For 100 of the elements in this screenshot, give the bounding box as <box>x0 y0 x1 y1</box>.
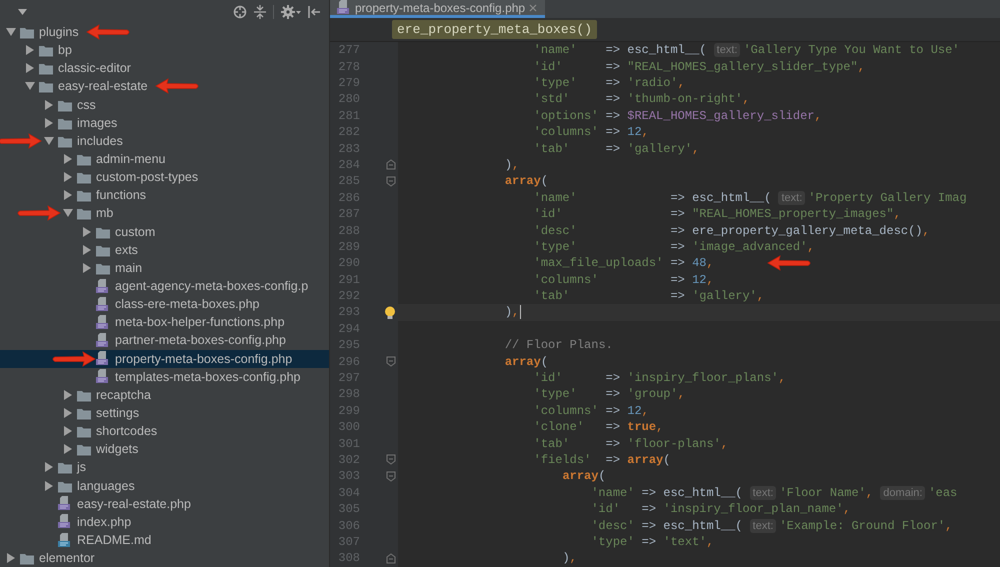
folder-name[interactable]: exts <box>115 240 138 259</box>
folder-name[interactable]: custom-post-types <box>96 168 198 186</box>
tree-row[interactable]: elementor <box>0 549 329 567</box>
tree-row[interactable]: settings <box>0 404 329 422</box>
tree-row[interactable]: classic-editor <box>0 59 329 78</box>
tree-row[interactable]: bp <box>0 41 329 60</box>
file-name[interactable]: README.md <box>77 531 152 549</box>
tree-row[interactable]: custom <box>0 222 329 241</box>
folder-name[interactable]: plugins <box>39 23 79 42</box>
expand-arrow-icon[interactable] <box>63 390 73 400</box>
folder-name[interactable]: shortcodes <box>96 422 158 440</box>
folder-name[interactable]: recaptcha <box>96 386 151 404</box>
folder-name[interactable]: mb <box>96 204 114 222</box>
collapse-arrow-icon[interactable] <box>44 136 54 146</box>
tree-row[interactable]: images <box>0 114 329 132</box>
folder-icon <box>38 43 54 58</box>
expand-arrow-icon[interactable] <box>44 462 54 472</box>
code-line: ), <box>504 156 520 174</box>
folder-name[interactable]: bp <box>58 41 72 60</box>
tree-row[interactable]: index.php <box>0 512 329 531</box>
folder-name[interactable]: functions <box>96 186 146 204</box>
collapse-arrow-icon[interactable] <box>25 81 35 92</box>
tree-row[interactable]: languages <box>0 476 329 495</box>
fold-marker-icon[interactable] <box>386 159 396 170</box>
collapse-arrow-icon[interactable] <box>63 208 73 218</box>
tree-row[interactable]: includes <box>0 132 329 150</box>
fold-marker-icon[interactable] <box>386 552 396 564</box>
collapse-arrow-icon[interactable] <box>6 27 16 38</box>
tree-row[interactable]: recaptcha <box>0 386 329 404</box>
tree-row[interactable]: plugins <box>0 23 329 42</box>
file-name[interactable]: meta-box-helper-functions.php <box>115 313 285 332</box>
tree-row[interactable]: widgets <box>0 440 329 458</box>
expand-arrow-icon[interactable] <box>82 226 92 237</box>
tree-row[interactable]: meta-box-helper-functions.php <box>0 313 329 332</box>
collapse-all-icon[interactable] <box>254 4 266 18</box>
expand-arrow-icon[interactable] <box>63 408 73 418</box>
tree-row[interactable]: property-meta-boxes-config.php <box>0 350 329 368</box>
tree-row[interactable]: mb <box>0 204 329 223</box>
folder-name[interactable]: languages <box>77 476 135 495</box>
settings-icon[interactable] <box>281 4 301 18</box>
folder-name[interactable]: js <box>77 458 86 476</box>
folder-icon <box>38 79 54 94</box>
expand-arrow-icon[interactable] <box>63 172 73 182</box>
hide-panel-icon[interactable] <box>308 4 321 18</box>
expand-arrow-icon[interactable] <box>82 262 92 273</box>
dropdown-caret-icon[interactable] <box>18 8 27 14</box>
tree-row[interactable]: css <box>0 96 329 114</box>
tree-row[interactable]: functions <box>0 186 329 204</box>
fold-marker-icon[interactable] <box>386 356 396 368</box>
tree-row[interactable]: custom-post-types <box>0 168 329 186</box>
file-name[interactable]: templates-meta-boxes-config.php <box>115 368 301 386</box>
tree-row[interactable]: partner-meta-boxes-config.php <box>0 331 329 350</box>
folder-name[interactable]: admin-menu <box>96 150 166 168</box>
expand-arrow-icon[interactable] <box>82 244 92 255</box>
folder-name[interactable]: main <box>115 258 142 277</box>
tree-row[interactable]: easy-real-estate <box>0 77 329 96</box>
tree-row[interactable]: main <box>0 258 329 277</box>
tree-row[interactable]: templates-meta-boxes-config.php <box>0 368 329 386</box>
tree-row[interactable]: README.md <box>0 530 329 550</box>
tree-row[interactable]: admin-menu <box>0 150 329 168</box>
file-name[interactable]: agent-agency-meta-boxes-config.p <box>115 277 308 296</box>
expand-arrow-icon[interactable] <box>44 118 54 128</box>
code-line: 'columns' => 12, <box>534 272 714 289</box>
expand-arrow-icon[interactable] <box>44 480 54 491</box>
fold-marker-icon[interactable] <box>386 470 396 482</box>
folder-name[interactable]: elementor <box>39 549 95 567</box>
folder-name[interactable]: settings <box>96 404 140 422</box>
expand-arrow-icon[interactable] <box>25 63 35 74</box>
expand-arrow-icon[interactable] <box>63 426 73 436</box>
file-name[interactable]: class-ere-meta-boxes.php <box>115 295 260 314</box>
file-name[interactable]: easy-real-estate.php <box>77 494 191 513</box>
tree-row[interactable]: shortcodes <box>0 422 329 440</box>
expand-arrow-icon[interactable] <box>63 154 73 164</box>
file-name[interactable]: index.php <box>77 512 132 531</box>
expand-arrow-icon[interactable] <box>44 100 54 110</box>
folder-name[interactable]: includes <box>77 132 123 150</box>
folder-name[interactable]: classic-editor <box>58 59 131 78</box>
locate-icon[interactable] <box>233 4 247 18</box>
expand-arrow-icon[interactable] <box>25 45 35 56</box>
tree-row[interactable]: easy-real-estate.php <box>0 494 329 513</box>
expand-arrow-icon[interactable] <box>6 553 16 564</box>
expand-arrow-icon[interactable] <box>63 190 73 200</box>
folder-name[interactable]: easy-real-estate <box>58 77 148 96</box>
folder-name[interactable]: css <box>77 96 96 114</box>
fold-marker-icon[interactable] <box>386 176 396 187</box>
tree-row[interactable]: class-ere-meta-boxes.php <box>0 295 329 314</box>
tree-row[interactable]: exts <box>0 240 329 259</box>
folder-name[interactable]: custom <box>115 222 156 241</box>
file-name[interactable]: property-meta-boxes-config.php <box>115 350 292 368</box>
editor-tab[interactable]: property-meta-boxes-config.php <box>330 0 546 18</box>
close-icon[interactable] <box>529 4 538 12</box>
lightbulb-icon[interactable] <box>384 306 396 319</box>
fold-marker-icon[interactable] <box>386 454 396 466</box>
tree-row[interactable]: agent-agency-meta-boxes-config.p <box>0 276 329 296</box>
breadcrumb[interactable]: ere_property_meta_boxes() <box>392 20 598 39</box>
expand-arrow-icon[interactable] <box>63 444 73 454</box>
file-name[interactable]: partner-meta-boxes-config.php <box>115 331 286 350</box>
tree-row[interactable]: js <box>0 458 329 477</box>
folder-name[interactable]: images <box>77 114 118 132</box>
folder-name[interactable]: widgets <box>96 440 138 458</box>
